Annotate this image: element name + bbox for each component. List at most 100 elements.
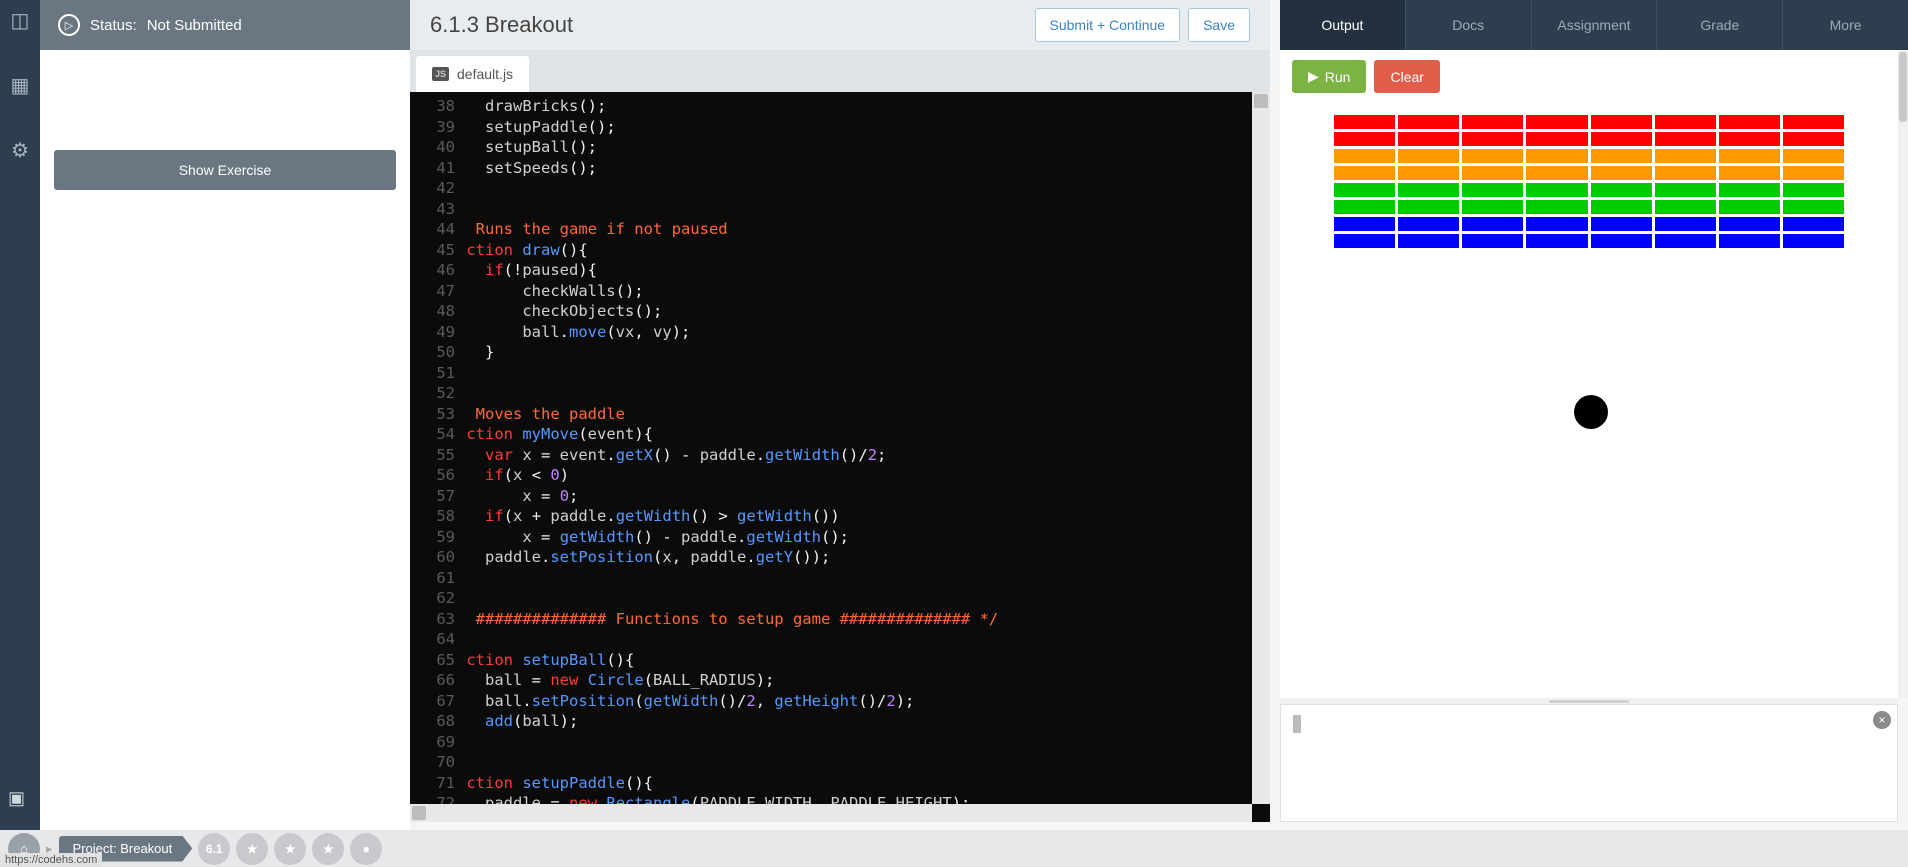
line-number: 67	[414, 691, 455, 712]
output-vertical-scrollbar[interactable]	[1898, 50, 1908, 698]
brick	[1783, 217, 1844, 231]
editor-vertical-scrollbar[interactable]	[1252, 92, 1270, 804]
brick-row	[1334, 183, 1844, 197]
code-line[interactable]	[465, 199, 1270, 220]
code-line[interactable]: setupBall();	[465, 137, 1270, 158]
code-area[interactable]: drawBricks(); setupPaddle(); setupBall()…	[465, 92, 1270, 822]
line-number: 56	[414, 465, 455, 486]
output-toolbar: ▶Run Clear	[1280, 50, 1898, 103]
brick	[1334, 115, 1395, 129]
brick-row	[1334, 234, 1844, 248]
console-close-button[interactable]: ×	[1873, 711, 1891, 729]
code-line[interactable]: ball = new Circle(BALL_RADIUS);	[465, 670, 1270, 691]
line-number: 61	[414, 568, 455, 589]
brick	[1398, 115, 1459, 129]
console-panel[interactable]: ×	[1280, 704, 1898, 822]
gear-icon[interactable]: ⚙	[11, 138, 29, 163]
submit-continue-button[interactable]: Submit + Continue	[1035, 8, 1181, 42]
brick	[1398, 200, 1459, 214]
calendar-icon[interactable]: ▦	[11, 73, 30, 98]
logo-icon[interactable]: ◫	[11, 8, 30, 33]
code-line[interactable]: var x = event.getX() - paddle.getWidth()…	[465, 445, 1270, 466]
code-line[interactable]	[465, 629, 1270, 650]
code-line[interactable]	[465, 732, 1270, 753]
run-button[interactable]: ▶Run	[1292, 60, 1366, 93]
code-line[interactable]: }	[465, 342, 1270, 363]
save-button[interactable]: Save	[1188, 8, 1250, 42]
clear-button[interactable]: Clear	[1374, 60, 1439, 93]
code-line[interactable]: checkWalls();	[465, 281, 1270, 302]
progress-dot-4[interactable]: ●	[350, 833, 382, 865]
code-line[interactable]: setSpeeds();	[465, 158, 1270, 179]
status-icon: ▷	[58, 14, 80, 36]
code-line[interactable]: x = 0;	[465, 486, 1270, 507]
code-line[interactable]: nction setupPaddle(){	[465, 773, 1270, 794]
tab-grade[interactable]: Grade	[1656, 0, 1782, 50]
code-line[interactable]: if(!paused){	[465, 260, 1270, 281]
file-tab-default-js[interactable]: JS default.js	[416, 56, 529, 92]
code-line[interactable]: ' Runs the game if not paused	[465, 219, 1270, 240]
code-line[interactable]: ' ############## Functions to setup game…	[465, 609, 1270, 630]
code-line[interactable]: ' Moves the paddle	[465, 404, 1270, 425]
brick-row	[1334, 217, 1844, 231]
code-line[interactable]: setupPaddle();	[465, 117, 1270, 138]
code-line[interactable]: nction draw(){	[465, 240, 1270, 261]
progress-dot-3[interactable]: ★	[312, 833, 344, 865]
progress-dot-2[interactable]: ★	[274, 833, 306, 865]
brick	[1334, 166, 1395, 180]
brick	[1462, 183, 1523, 197]
code-line[interactable]	[465, 363, 1270, 384]
code-line[interactable]: checkObjects();	[465, 301, 1270, 322]
brick	[1783, 200, 1844, 214]
code-line[interactable]: ball.move(vx, vy);	[465, 322, 1270, 343]
brick	[1526, 132, 1587, 146]
line-number: 39	[414, 117, 455, 138]
code-editor[interactable]: 3839404142434445464748495051525354555657…	[410, 92, 1270, 822]
progress-dot-1[interactable]: ★	[236, 833, 268, 865]
line-number: 52	[414, 383, 455, 404]
brick	[1591, 200, 1652, 214]
step-badge[interactable]: 6.1	[198, 833, 230, 865]
tab-more[interactable]: More	[1782, 0, 1908, 50]
tab-docs[interactable]: Docs	[1405, 0, 1531, 50]
brick	[1783, 166, 1844, 180]
brick	[1462, 132, 1523, 146]
code-line[interactable]: drawBricks();	[465, 96, 1270, 117]
brick-row	[1334, 200, 1844, 214]
code-line[interactable]	[465, 588, 1270, 609]
brick	[1591, 234, 1652, 248]
code-line[interactable]	[465, 752, 1270, 773]
output-panel: ▶Run Clear	[1280, 50, 1898, 698]
brick	[1719, 217, 1780, 231]
brick	[1783, 149, 1844, 163]
line-number: 65	[414, 650, 455, 671]
line-number: 62	[414, 588, 455, 609]
editor-horizontal-scrollbar[interactable]	[410, 804, 1252, 822]
brick	[1526, 234, 1587, 248]
left-nav-rail: ◫ ▦ ⚙	[0, 0, 40, 830]
show-exercise-button[interactable]: Show Exercise	[54, 150, 396, 190]
code-line[interactable]: paddle.setPosition(x, paddle.getY());	[465, 547, 1270, 568]
line-number: 42	[414, 178, 455, 199]
code-line[interactable]	[465, 383, 1270, 404]
layout-toggle-icon[interactable]: ▣	[8, 788, 25, 809]
line-number: 47	[414, 281, 455, 302]
code-line[interactable]	[465, 568, 1270, 589]
code-line[interactable]: nction setupBall(){	[465, 650, 1270, 671]
code-line[interactable]: ball.setPosition(getWidth()/2, getHeight…	[465, 691, 1270, 712]
brick-row	[1334, 149, 1844, 163]
code-line[interactable]: x = getWidth() - paddle.getWidth();	[465, 527, 1270, 548]
brick	[1719, 149, 1780, 163]
code-line[interactable]	[465, 178, 1270, 199]
line-number: 59	[414, 527, 455, 548]
code-line[interactable]: if(x + paddle.getWidth() > getWidth())	[465, 506, 1270, 527]
code-line[interactable]: if(x < 0)	[465, 465, 1270, 486]
line-number: 63	[414, 609, 455, 630]
brick	[1591, 132, 1652, 146]
tab-assignment[interactable]: Assignment	[1531, 0, 1657, 50]
code-line[interactable]: add(ball);	[465, 711, 1270, 732]
line-number: 45	[414, 240, 455, 261]
tab-output[interactable]: Output	[1280, 0, 1405, 50]
code-line[interactable]: nction myMove(event){	[465, 424, 1270, 445]
game-canvas[interactable]	[1334, 115, 1844, 675]
